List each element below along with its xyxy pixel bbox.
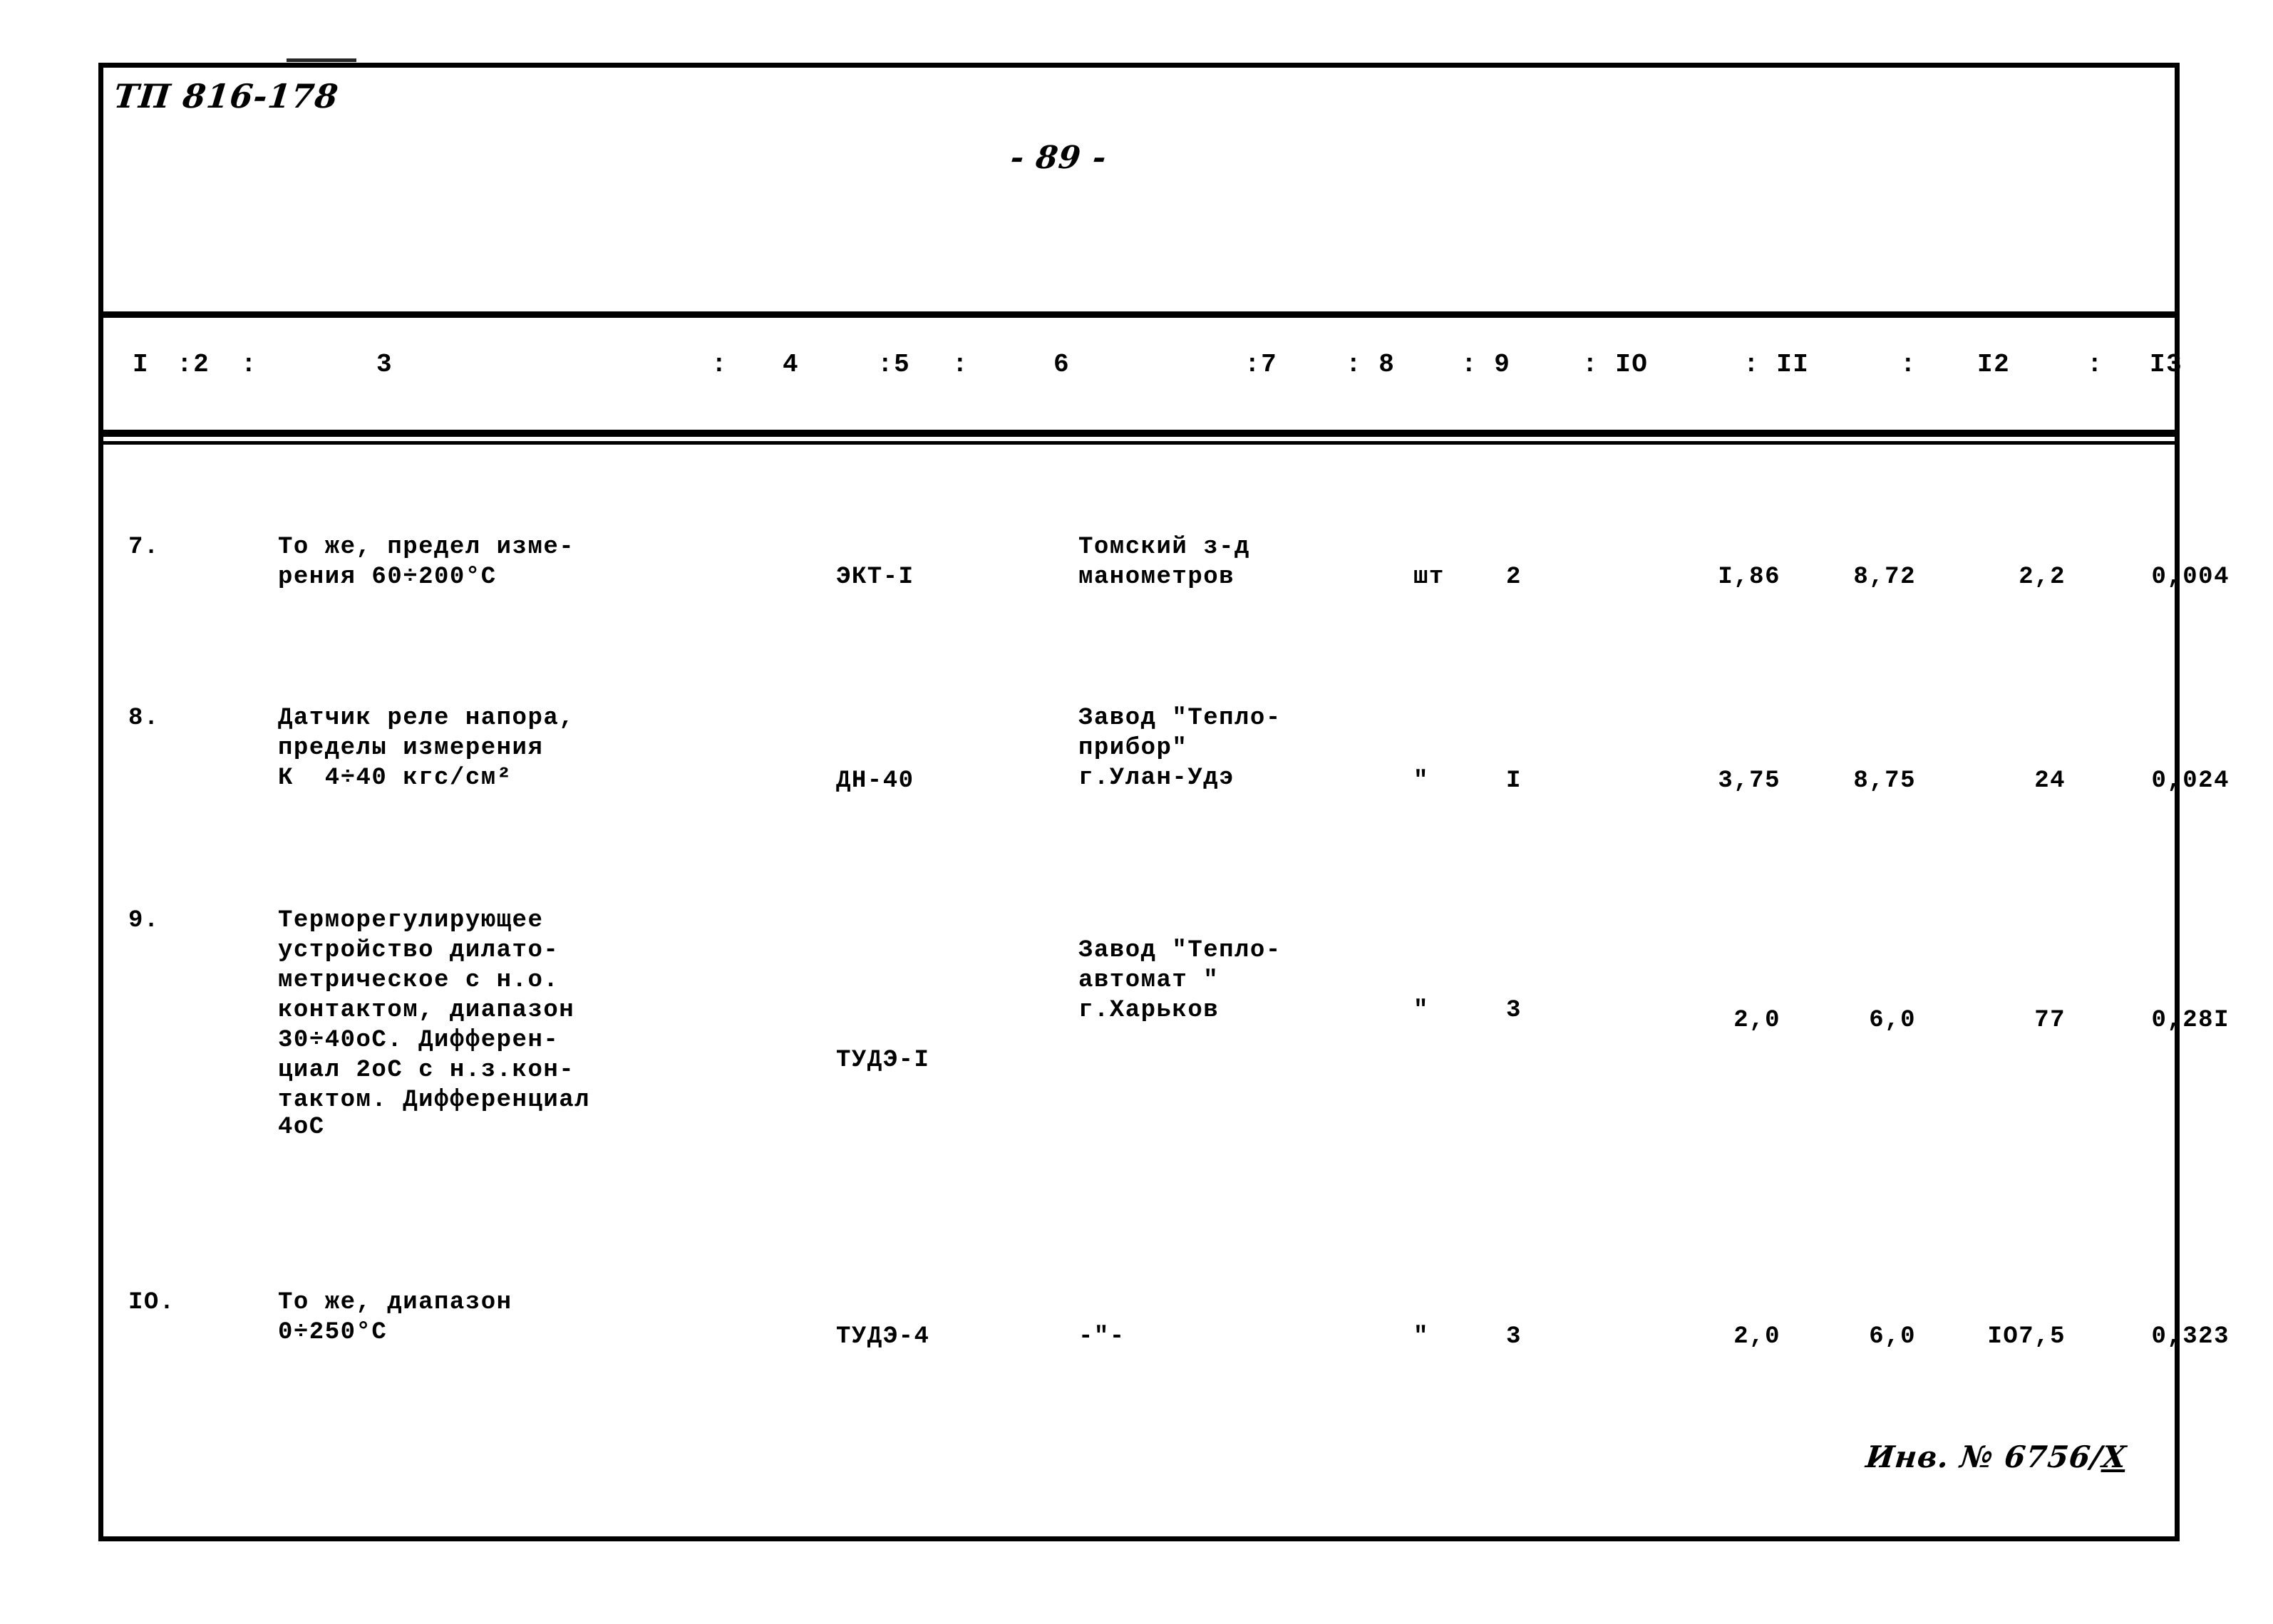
row-col9: I,86 xyxy=(1718,564,1780,591)
row-manufacturer-line: Томский з-д xyxy=(1078,534,1250,561)
row-col12: 0,323 xyxy=(2151,1323,2230,1350)
row-unit: " xyxy=(1413,997,1429,1024)
row-description-line: К 4÷40 кгс/см² xyxy=(278,765,512,792)
row-manufacturer-line: автомат " xyxy=(1078,967,1220,994)
row-description-line: 30÷40оС. Дифферен- xyxy=(278,1027,560,1054)
column-sep-12: : xyxy=(2087,350,2104,379)
document-code: ТП 816-178 xyxy=(112,77,341,115)
inventory-number: Инв. № 6756/X xyxy=(1864,1439,2128,1474)
rule-under-title-band xyxy=(98,311,2180,318)
row-manufacturer-line: манометров xyxy=(1078,564,1235,591)
row-number: 7. xyxy=(128,534,160,561)
row-type: ДН-40 xyxy=(836,767,914,795)
row-col10: 6,0 xyxy=(1869,1323,1916,1350)
column-number-10: : IO xyxy=(1582,350,1649,379)
column-sep-3: : xyxy=(711,350,728,379)
row-description-line: 4оС xyxy=(278,1114,325,1141)
row-description-line: То же, предел изме- xyxy=(278,534,575,561)
row-quantity: 2 xyxy=(1506,564,1522,591)
row-description-line: контактом, диапазон xyxy=(278,997,575,1024)
table-outer-border xyxy=(98,63,2180,1541)
row-description-line: Терморегулирующее xyxy=(278,907,544,934)
column-number-11: : II xyxy=(1743,350,1810,379)
row-description-line: тактом. Дифференциал xyxy=(278,1087,591,1114)
row-manufacturer-line: Завод "Тепло- xyxy=(1078,705,1282,732)
row-manufacturer-line: -"- xyxy=(1078,1323,1125,1350)
row-quantity: I xyxy=(1506,767,1522,795)
row-description-line: То же, диапазон xyxy=(278,1289,512,1316)
scanned-page: ТП 816-178 - 89 - I :2 : 3 : 4 :5 : 6 :7… xyxy=(0,0,2273,1624)
row-type: ТУДЭ-4 xyxy=(836,1323,930,1350)
column-number-header: I :2 : 3 : 4 :5 : 6 :7 : 8 : 9 : IO : II… xyxy=(98,350,2183,400)
row-col10: 8,75 xyxy=(1853,767,1916,795)
column-number-2: :2 xyxy=(177,350,210,379)
column-number-5: :5 xyxy=(877,350,911,379)
column-number-1: I xyxy=(133,350,150,379)
column-number-13: I3 xyxy=(2150,350,2183,379)
row-description-line: метрическое с н.о. xyxy=(278,967,560,994)
page-number: - 89 - xyxy=(1009,140,1109,176)
row-col9: 3,75 xyxy=(1718,767,1780,795)
row-description-line: циал 2оС с н.з.кон- xyxy=(278,1057,575,1084)
rule-under-column-numbers xyxy=(98,430,2180,437)
row-number: 9. xyxy=(128,907,160,934)
row-number: IО. xyxy=(128,1289,175,1316)
row-manufacturer-line: Завод "Тепло- xyxy=(1078,937,1282,964)
row-quantity: 3 xyxy=(1506,997,1522,1024)
row-col12: 0,004 xyxy=(2151,564,2230,591)
row-unit: шт xyxy=(1413,564,1445,591)
row-col11: 77 xyxy=(2034,1007,2066,1034)
column-number-12: I2 xyxy=(1977,350,2011,379)
column-number-9: : 9 xyxy=(1461,350,1511,379)
scan-artifact xyxy=(287,58,356,62)
column-sep-5: : xyxy=(952,350,969,379)
row-description-line: пределы измерения xyxy=(278,735,544,762)
row-col10: 6,0 xyxy=(1869,1007,1916,1034)
row-col11: IО7,5 xyxy=(1987,1323,2066,1350)
row-type: ЭКТ-I xyxy=(836,564,914,591)
row-description-line: 0÷250°С xyxy=(278,1319,388,1346)
row-unit: " xyxy=(1413,767,1429,795)
row-unit: " xyxy=(1413,1323,1429,1350)
row-description-line: устройство дилато- xyxy=(278,937,560,964)
row-col11: 2,2 xyxy=(2019,564,2066,591)
row-manufacturer-line: прибор" xyxy=(1078,735,1188,762)
row-col10: 8,72 xyxy=(1853,564,1916,591)
column-number-8: : 8 xyxy=(1346,350,1396,379)
row-col12: 0,28I xyxy=(2151,1007,2230,1034)
row-quantity: 3 xyxy=(1506,1323,1522,1350)
column-number-3: 3 xyxy=(376,350,393,379)
row-col11: 24 xyxy=(2034,767,2066,795)
rule-under-column-numbers-second xyxy=(98,441,2180,445)
column-number-4: 4 xyxy=(783,350,800,379)
row-type: ТУДЭ-I xyxy=(836,1047,930,1074)
column-sep-11: : xyxy=(1900,350,1917,379)
row-col9: 2,0 xyxy=(1733,1007,1780,1034)
column-number-7: :7 xyxy=(1244,350,1278,379)
row-col9: 2,0 xyxy=(1733,1323,1780,1350)
row-col12: 0,024 xyxy=(2151,767,2230,795)
row-description-line: рения 60÷200°С xyxy=(278,564,497,591)
row-manufacturer-line: г.Улан-Удэ xyxy=(1078,765,1235,792)
row-description-line: Датчик реле напора, xyxy=(278,705,575,732)
row-number: 8. xyxy=(128,705,160,732)
column-sep-2: : xyxy=(241,350,258,379)
column-number-6: 6 xyxy=(1053,350,1071,379)
row-manufacturer-line: г.Харьков xyxy=(1078,997,1220,1024)
inventory-number-suffix: X xyxy=(2101,1439,2128,1474)
inventory-number-prefix: Инв. № 6756/ xyxy=(1864,1439,2105,1474)
